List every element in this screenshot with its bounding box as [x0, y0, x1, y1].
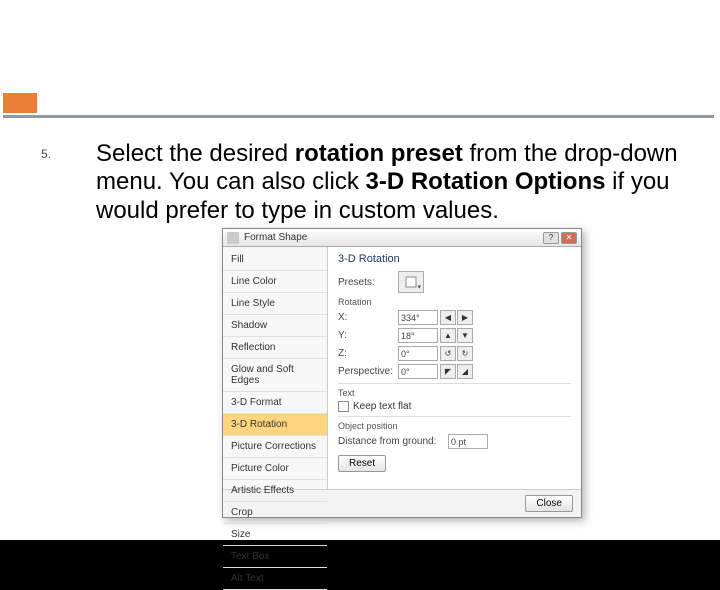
- sidebar-item-picture-color[interactable]: Picture Color: [223, 458, 327, 480]
- z-input[interactable]: [398, 346, 438, 361]
- sidebar-item-3d-format[interactable]: 3-D Format: [223, 392, 327, 414]
- distance-input[interactable]: [448, 434, 488, 449]
- row-y: Y: ▲ ▼: [338, 328, 571, 343]
- text-subheading: Text: [338, 388, 571, 398]
- sidebar-item-shadow[interactable]: Shadow: [223, 315, 327, 337]
- y-label: Y:: [338, 330, 398, 341]
- y-input[interactable]: [398, 328, 438, 343]
- body-text: Select the desired rotation preset from …: [96, 140, 680, 225]
- persp-wide-button[interactable]: ◢: [457, 364, 473, 379]
- window-title: Format Shape: [244, 232, 543, 243]
- sidebar-item-3d-rotation[interactable]: 3-D Rotation: [223, 414, 327, 436]
- z-ccw-button[interactable]: ↺: [440, 346, 456, 361]
- x-input[interactable]: [398, 310, 438, 325]
- sidebar-item-size[interactable]: Size: [223, 524, 327, 546]
- persp-narrow-button[interactable]: ◤: [440, 364, 456, 379]
- divider-line: [3, 115, 714, 118]
- help-button[interactable]: ?: [543, 232, 559, 244]
- y-down-button[interactable]: ▼: [457, 328, 473, 343]
- y-up-button[interactable]: ▲: [440, 328, 456, 343]
- close-x-button[interactable]: ✕: [561, 232, 577, 244]
- separator-1: [338, 383, 571, 384]
- keep-text-flat-row: Keep text flat: [338, 401, 571, 412]
- reset-button[interactable]: Reset: [338, 455, 386, 472]
- row-x: X: ◀ ▶: [338, 310, 571, 325]
- sidebar-item-text-box[interactable]: Text Box: [223, 546, 327, 568]
- window-controls: ? ✕: [543, 232, 577, 244]
- sidebar-item-picture-corrections[interactable]: Picture Corrections: [223, 436, 327, 458]
- z-label: Z:: [338, 348, 398, 359]
- perspective-input[interactable]: [398, 364, 438, 379]
- body-text-bold-2: 3-D Rotation Options: [366, 168, 606, 195]
- dialog-body: Fill Line Color Line Style Shadow Reflec…: [223, 247, 581, 489]
- separator-2: [338, 416, 571, 417]
- body-text-bold-1: rotation preset: [295, 140, 463, 167]
- sidebar-item-crop[interactable]: Crop: [223, 502, 327, 524]
- distance-label: Distance from ground:: [338, 436, 448, 447]
- row-z: Z: ↺ ↻: [338, 346, 571, 361]
- sidebar-item-alt-text[interactable]: Alt Text: [223, 568, 327, 590]
- keep-text-flat-label: Keep text flat: [353, 401, 411, 412]
- keep-text-flat-checkbox[interactable]: [338, 401, 349, 412]
- presets-label: Presets:: [338, 277, 398, 288]
- list-number: 5.: [41, 147, 51, 161]
- panel-3d-rotation: 3-D Rotation Presets: Rotation X: ◀ ▶: [328, 247, 581, 489]
- window-icon: [227, 232, 239, 244]
- presets-row: Presets:: [338, 271, 571, 293]
- reset-row: Reset: [338, 455, 571, 472]
- body-text-seg-1: Select the desired: [96, 140, 295, 167]
- presets-dropdown[interactable]: [398, 271, 424, 293]
- distance-row: Distance from ground:: [338, 434, 571, 449]
- x-right-button[interactable]: ▶: [457, 310, 473, 325]
- x-left-button[interactable]: ◀: [440, 310, 456, 325]
- format-shape-dialog: Format Shape ? ✕ Fill Line Color Line St…: [222, 228, 582, 518]
- x-label: X:: [338, 312, 398, 323]
- sidebar-item-fill[interactable]: Fill: [223, 249, 327, 271]
- objpos-subheading: Object position: [338, 421, 571, 431]
- row-perspective: Perspective: ◤ ◢: [338, 364, 571, 379]
- sidebar-item-glow[interactable]: Glow and Soft Edges: [223, 359, 327, 392]
- accent-block: [3, 93, 37, 113]
- sidebar-item-line-style[interactable]: Line Style: [223, 293, 327, 315]
- sidebar-item-line-color[interactable]: Line Color: [223, 271, 327, 293]
- panel-heading: 3-D Rotation: [338, 253, 571, 265]
- rotation-subheading: Rotation: [338, 297, 571, 307]
- sidebar: Fill Line Color Line Style Shadow Reflec…: [223, 247, 328, 489]
- sidebar-item-artistic-effects[interactable]: Artistic Effects: [223, 480, 327, 502]
- sidebar-item-reflection[interactable]: Reflection: [223, 337, 327, 359]
- z-cw-button[interactable]: ↻: [457, 346, 473, 361]
- titlebar[interactable]: Format Shape ? ✕: [223, 229, 581, 247]
- slide: 5. Select the desired rotation preset fr…: [0, 0, 720, 540]
- perspective-label: Perspective:: [338, 366, 398, 377]
- close-button[interactable]: Close: [525, 495, 573, 512]
- cube-icon: [404, 275, 418, 289]
